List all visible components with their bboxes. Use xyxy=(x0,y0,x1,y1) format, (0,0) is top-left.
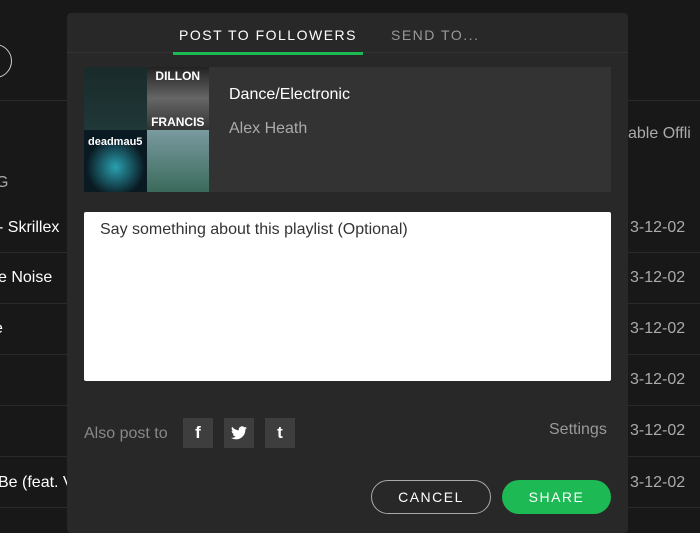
bg-date: 3-12-02 xyxy=(630,474,686,491)
bg-date: 3-12-02 xyxy=(630,422,686,439)
playlist-owner: Alex Heath xyxy=(229,120,308,137)
playlist-card: DILLON FRANCIS deadmau5 Dance/Electronic … xyxy=(84,67,611,192)
bg-date: 3-12-02 xyxy=(630,320,686,337)
facebook-icon[interactable]: f xyxy=(183,418,213,448)
bg-date: 3-12-02 xyxy=(630,371,686,388)
tab-post-to-followers[interactable]: POST TO FOLLOWERS xyxy=(173,27,363,55)
bg-text: able Offli xyxy=(628,125,691,142)
tab-bar: POST TO FOLLOWERS SEND TO... xyxy=(67,13,628,55)
playlist-title: Dance/Electronic xyxy=(229,86,350,103)
bg-text: G xyxy=(0,174,9,191)
bg-text: e xyxy=(0,320,3,338)
settings-link[interactable]: Settings xyxy=(549,421,607,439)
message-input[interactable] xyxy=(84,212,611,381)
tumblr-icon[interactable]: t xyxy=(265,418,295,448)
share-button[interactable]: SHARE xyxy=(502,480,611,514)
bg-date: 3-12-02 xyxy=(630,219,686,236)
twitter-icon[interactable] xyxy=(224,418,254,448)
cancel-button[interactable]: CANCEL xyxy=(371,480,491,514)
bg-text: Be (feat. V xyxy=(0,474,74,491)
also-post-label: Also post to xyxy=(84,425,168,442)
add-icon xyxy=(0,44,12,78)
bg-date: 3-12-02 xyxy=(630,269,686,286)
playlist-cover: DILLON FRANCIS deadmau5 xyxy=(84,67,209,192)
bg-text: - Skrillex xyxy=(0,219,60,236)
bg-text: e Noise xyxy=(0,269,53,286)
share-dialog: POST TO FOLLOWERS SEND TO... DILLON FRANC… xyxy=(67,13,628,533)
tab-send-to[interactable]: SEND TO... xyxy=(391,27,479,43)
